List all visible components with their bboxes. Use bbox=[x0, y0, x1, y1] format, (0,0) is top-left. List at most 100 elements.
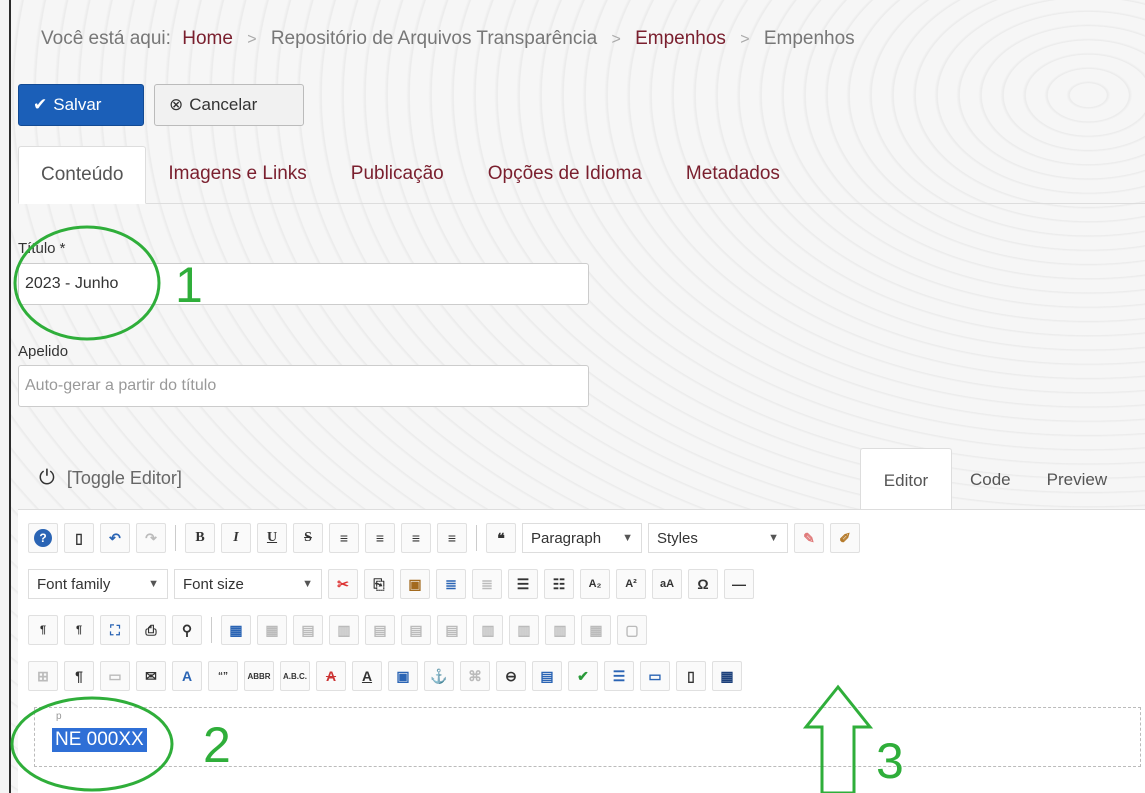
breadcrumb-separator-icon: > bbox=[247, 31, 257, 48]
title-label: Título * bbox=[18, 240, 66, 257]
underline-icon[interactable]: U bbox=[257, 523, 287, 553]
spellcheck-icon[interactable]: ✔ bbox=[568, 661, 598, 691]
save-document-icon[interactable]: ▦ bbox=[712, 661, 742, 691]
table-delete-icon[interactable]: ▦ bbox=[257, 615, 287, 645]
editor-content-area[interactable]: p NE 000XX bbox=[34, 707, 1141, 767]
numbered-list-icon[interactable]: ☰ bbox=[508, 569, 538, 599]
toolbar-separator bbox=[476, 525, 477, 551]
breadcrumb: Você está aqui: Home > Repositório de Ar… bbox=[41, 28, 855, 50]
special-character-icon[interactable]: Ω bbox=[688, 569, 718, 599]
font-family-select[interactable]: Font family ▼ bbox=[28, 569, 168, 599]
tab-imagens-links[interactable]: Imagens e Links bbox=[146, 146, 328, 204]
align-right-icon[interactable]: ≡ bbox=[437, 523, 467, 553]
cancel-button[interactable]: ⊗ Cancelar bbox=[154, 84, 304, 126]
insert-col-after-icon[interactable]: ▥ bbox=[509, 615, 539, 645]
table-icon[interactable]: ▦ bbox=[221, 615, 251, 645]
insert-row-after-icon[interactable]: ▤ bbox=[401, 615, 431, 645]
table-row-props-icon[interactable]: ▤ bbox=[293, 615, 323, 645]
merge-cells-icon[interactable]: ▢ bbox=[617, 615, 647, 645]
undo-icon[interactable]: ↶ bbox=[100, 523, 130, 553]
case-change-icon[interactable]: aA bbox=[652, 569, 682, 599]
rtl-icon[interactable]: ¶ bbox=[64, 615, 94, 645]
alias-label: Apelido bbox=[18, 343, 69, 360]
eraser-icon[interactable]: ✎ bbox=[794, 523, 824, 553]
paste-word-icon[interactable]: ≣ bbox=[472, 569, 502, 599]
breadcrumb-repository-link[interactable]: Repositório de Arquivos Transparência bbox=[271, 28, 597, 49]
tab-code[interactable]: Code bbox=[952, 448, 1029, 510]
selected-text[interactable]: NE 000XX bbox=[52, 728, 147, 752]
cut-icon[interactable]: ✂ bbox=[328, 569, 358, 599]
paste-icon[interactable]: ▣ bbox=[400, 569, 430, 599]
split-cells-icon[interactable]: ▦ bbox=[581, 615, 611, 645]
breadcrumb-home-link[interactable]: Home bbox=[182, 28, 233, 49]
table-cell-props-icon[interactable]: ▥ bbox=[329, 615, 359, 645]
align-left-icon[interactable]: ≡ bbox=[401, 523, 431, 553]
tab-editor[interactable]: Editor bbox=[860, 448, 952, 510]
bold-icon[interactable]: B bbox=[185, 523, 215, 553]
abbr-icon[interactable]: ABBR bbox=[244, 661, 274, 691]
tab-opcoes-idioma[interactable]: Opções de Idioma bbox=[466, 146, 664, 204]
annotation-number-2: 2 bbox=[203, 717, 231, 773]
acronym-icon[interactable]: A.B.C. bbox=[280, 661, 310, 691]
toggle-editor-link[interactable]: ⏻ [Toggle Editor] bbox=[39, 467, 182, 490]
align-center-icon[interactable]: ≡ bbox=[365, 523, 395, 553]
breadcrumb-prefix: Você está aqui: bbox=[41, 28, 171, 49]
file-manager-icon[interactable]: ▯ bbox=[676, 661, 706, 691]
fullscreen-icon[interactable]: ⛶ bbox=[100, 615, 130, 645]
format-select[interactable]: Paragraph ▼ bbox=[522, 523, 642, 553]
annotation-number-3: 3 bbox=[876, 733, 904, 789]
insert-text-icon[interactable]: A bbox=[352, 661, 382, 691]
cite-icon[interactable]: “” bbox=[208, 661, 238, 691]
subscript-icon[interactable]: A₂ bbox=[580, 569, 610, 599]
toolbar: ✔ Salvar ⊗ Cancelar bbox=[18, 84, 304, 126]
align-justify-icon[interactable]: ≡ bbox=[329, 523, 359, 553]
title-input[interactable]: 2023 - Junho bbox=[18, 263, 589, 305]
tab-publicacao[interactable]: Publicação bbox=[329, 146, 466, 204]
template-icon[interactable]: ▭ bbox=[100, 661, 130, 691]
breadcrumb-empenhos-link[interactable]: Empenhos bbox=[635, 28, 726, 49]
readmore-icon[interactable]: ▭ bbox=[640, 661, 670, 691]
pagebreak-icon[interactable]: ☰ bbox=[604, 661, 634, 691]
alias-input[interactable]: Auto-gerar a partir do título bbox=[18, 365, 589, 407]
copy-icon[interactable]: ⎘ bbox=[364, 569, 394, 599]
show-blocks-icon[interactable]: ¶ bbox=[64, 661, 94, 691]
ltr-icon[interactable]: ¶ bbox=[28, 615, 58, 645]
superscript-icon[interactable]: A² bbox=[616, 569, 646, 599]
bullet-list-icon[interactable]: ☷ bbox=[544, 569, 574, 599]
help-icon[interactable]: ? bbox=[28, 523, 58, 553]
horizontal-rule-icon[interactable]: — bbox=[724, 569, 754, 599]
format-select-value: Paragraph bbox=[531, 529, 602, 547]
editor-toolbar-row-2: Font family ▼ Font size ▼ ✂ ⎘ ▣ ≣ ≣ ☰ ☷ A₂… bbox=[28, 568, 754, 600]
font-size-select[interactable]: Font size ▼ bbox=[174, 569, 322, 599]
tab-conteudo[interactable]: Conteúdo bbox=[18, 146, 147, 204]
delete-text-icon[interactable]: A bbox=[316, 661, 346, 691]
tab-metadados[interactable]: Metadados bbox=[664, 146, 802, 204]
article-icon[interactable]: ⌘ bbox=[460, 661, 490, 691]
save-button[interactable]: ✔ Salvar bbox=[18, 84, 144, 126]
italic-icon[interactable]: I bbox=[221, 523, 251, 553]
breadcrumb-separator-icon: > bbox=[740, 31, 750, 48]
element-path-label: p bbox=[56, 711, 62, 722]
delete-col-icon[interactable]: ▥ bbox=[545, 615, 575, 645]
paste-text-icon[interactable]: ≣ bbox=[436, 569, 466, 599]
styles-select[interactable]: Styles ▼ bbox=[648, 523, 788, 553]
delete-row-icon[interactable]: ▤ bbox=[437, 615, 467, 645]
media-icon[interactable]: ▤ bbox=[532, 661, 562, 691]
brush-icon[interactable]: ✐ bbox=[830, 523, 860, 553]
insert-row-before-icon[interactable]: ▤ bbox=[365, 615, 395, 645]
strikethrough-icon[interactable]: S bbox=[293, 523, 323, 553]
insert-col-before-icon[interactable]: ▥ bbox=[473, 615, 503, 645]
redo-icon[interactable]: ↷ bbox=[136, 523, 166, 553]
visual-aid-icon[interactable]: ⊞ bbox=[28, 661, 58, 691]
new-document-icon[interactable]: ▯ bbox=[64, 523, 94, 553]
link-icon[interactable]: ⊖ bbox=[496, 661, 526, 691]
email-icon[interactable]: ✉ bbox=[136, 661, 166, 691]
image-manager-icon[interactable]: ▣ bbox=[388, 661, 418, 691]
tab-preview[interactable]: Preview bbox=[1029, 448, 1125, 510]
search-icon[interactable]: ⚲ bbox=[172, 615, 202, 645]
print-icon[interactable]: ⎙ bbox=[136, 615, 166, 645]
anchor-icon[interactable]: ⚓ bbox=[424, 661, 454, 691]
blockquote-icon[interactable]: ❝ bbox=[486, 523, 516, 553]
style-props-icon[interactable]: A bbox=[172, 661, 202, 691]
cancel-button-label: Cancelar bbox=[189, 95, 258, 114]
